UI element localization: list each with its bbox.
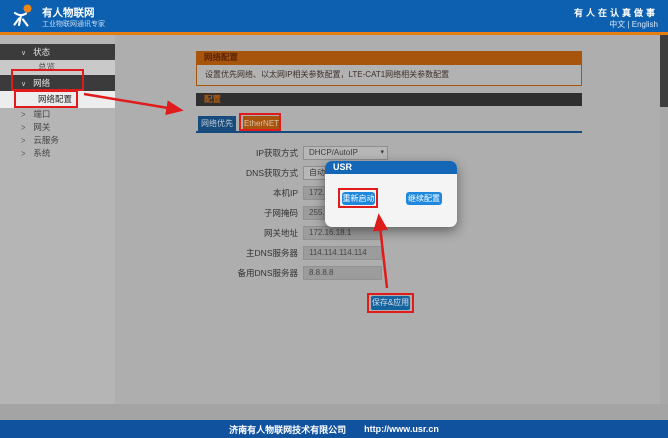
gateway-address-field[interactable]: 172.16.18.1 xyxy=(303,226,382,240)
sidebar-section-label: 状态 xyxy=(33,47,50,57)
field-label: IP获取方式 xyxy=(196,147,298,159)
logo-title: 有人物联网 xyxy=(42,5,95,20)
chevron-down-icon: ∨ xyxy=(21,46,26,62)
header-slogan: 有人在认真做事 xyxy=(574,6,658,19)
footer-bar: 济南有人物联网技术有限公司 http://www.usr.cn xyxy=(0,420,668,438)
page-description: 设置优先网络、以太网IP相关参数配置，LTE-CAT1网络相关参数配置 xyxy=(196,64,582,86)
footer-url[interactable]: http://www.usr.cn xyxy=(364,424,439,434)
sidebar-item-label: 云服务 xyxy=(33,135,59,145)
continue-config-button[interactable]: 继续配置 xyxy=(406,192,442,205)
chevron-right-icon: > xyxy=(21,146,25,162)
header-bar: 有人物联网 工业物联网通讯专家 有人在认真做事 中文 | English xyxy=(0,0,668,32)
form-row: 主DNS服务器 114.114.114.114 xyxy=(196,246,582,260)
language-switcher[interactable]: 中文 | English xyxy=(609,19,658,30)
field-label: 本机IP xyxy=(196,187,298,199)
field-label: 网关地址 xyxy=(196,227,298,239)
scrollbar-thumb[interactable] xyxy=(660,35,668,107)
sidebar-item-label: 端口 xyxy=(33,109,50,119)
sidebar-item-overview[interactable]: 总览 xyxy=(0,60,115,75)
dialog-title: USR xyxy=(325,161,457,174)
sidebar-item-label: 总览 xyxy=(38,62,55,72)
tab-ethernet[interactable]: EtherNET xyxy=(243,116,280,131)
field-label: 主DNS服务器 xyxy=(196,247,298,259)
sidebar-item-ports[interactable]: >端口 xyxy=(0,108,115,121)
form-row: 网关地址 172.16.18.1 xyxy=(196,226,582,240)
sidebar-section-label: 网络 xyxy=(33,78,50,88)
ip-mode-select[interactable]: DHCP/AutoIP ▾ xyxy=(303,146,388,160)
field-label: 子网掩码 xyxy=(196,207,298,219)
field-label: DNS获取方式 xyxy=(196,167,298,179)
sidebar-item-network-config[interactable]: 网络配置 xyxy=(0,91,115,108)
content-bottom-band xyxy=(0,404,668,420)
sidebar-item-label: 系统 xyxy=(33,148,50,158)
usr-dialog: USR 重新启动 继续配置 xyxy=(325,161,457,227)
sidebar-section-status[interactable]: ∨ 状态 xyxy=(0,44,115,60)
sidebar-item-label: 网关 xyxy=(33,122,50,132)
tab-network-priority[interactable]: 网络优先 xyxy=(198,116,236,131)
page-title: 网络配置 xyxy=(196,51,582,64)
sidebar-item-cloud[interactable]: >云服务 xyxy=(0,134,115,147)
footer-company: 济南有人物联网技术有限公司 xyxy=(229,423,346,436)
restart-button[interactable]: 重新启动 xyxy=(342,192,375,205)
tab-underline xyxy=(196,131,582,133)
scrollbar-track[interactable] xyxy=(660,35,668,420)
save-apply-button[interactable]: 保存&应用 xyxy=(371,296,410,310)
primary-dns-field[interactable]: 114.114.114.114 xyxy=(303,246,382,260)
sidebar-section-network[interactable]: ∨ 网络 xyxy=(0,75,115,91)
sidebar-item-gateway[interactable]: >网关 xyxy=(0,121,115,134)
form-row: IP获取方式 DHCP/AutoIP ▾ xyxy=(196,146,582,160)
sidebar: ∨ 状态 总览 ∨ 网络 网络配置 >端口 >网关 >云服务 > 系统 xyxy=(0,35,115,404)
logo-subtitle: 工业物联网通讯专家 xyxy=(42,19,105,29)
form-row: 备用DNS服务器 8.8.8.8 xyxy=(196,266,582,280)
chevron-down-icon: ∨ xyxy=(21,77,26,93)
backup-dns-field[interactable]: 8.8.8.8 xyxy=(303,266,382,280)
config-section-title: 配置 xyxy=(196,93,582,106)
sidebar-item-label: 网络配置 xyxy=(38,94,72,104)
app-window: 有人物联网 工业物联网通讯专家 有人在认真做事 中文 | English ∨ 状态… xyxy=(0,0,668,438)
field-label: 备用DNS服务器 xyxy=(196,267,298,279)
sidebar-item-system[interactable]: > 系统 xyxy=(0,147,115,160)
usr-logo-icon xyxy=(10,3,37,30)
select-value: DHCP/AutoIP xyxy=(309,148,358,157)
chevron-down-icon: ▾ xyxy=(380,147,384,159)
